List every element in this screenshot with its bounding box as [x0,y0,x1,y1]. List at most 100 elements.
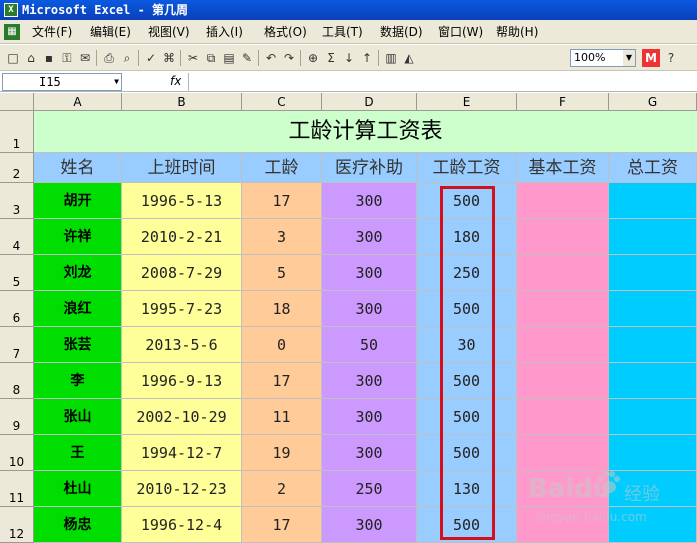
office-icon[interactable]: M [642,49,660,67]
header-cell-base[interactable]: 基本工资 [517,153,609,183]
row-header-4[interactable]: 4 [0,219,33,255]
data-cell-start[interactable]: 1996-12-4 [122,507,242,543]
format-painter-icon[interactable]: ✎ [238,49,256,67]
zoom-select[interactable]: 100% ▼ [570,49,636,67]
column-header-d[interactable]: D [322,93,417,111]
data-cell-total[interactable] [609,219,697,255]
menu-help[interactable]: 帮助(H) [492,20,542,44]
data-cell-base[interactable] [517,291,609,327]
research-icon[interactable]: ⌘ [160,49,178,67]
data-cell-start[interactable]: 1996-5-13 [122,183,242,219]
column-header-e[interactable]: E [417,93,517,111]
data-cell-total[interactable] [609,399,697,435]
email-icon[interactable]: ✉ [76,49,94,67]
header-cell-seniority_pay[interactable]: 工龄工资 [417,153,517,183]
menu-insert[interactable]: 插入(I) [202,20,247,44]
data-cell-name[interactable]: 浪红 [34,291,122,327]
data-cell-base[interactable] [517,219,609,255]
data-cell-total[interactable] [609,183,697,219]
data-cell-base[interactable] [517,435,609,471]
header-cell-name[interactable]: 姓名 [34,153,122,183]
data-cell-name[interactable]: 刘龙 [34,255,122,291]
data-cell-years[interactable]: 17 [242,363,322,399]
data-cell-years[interactable]: 11 [242,399,322,435]
permission-icon[interactable]: ⚿ [58,49,76,67]
data-cell-seniority_pay[interactable]: 500 [417,363,517,399]
chart-wizard-icon[interactable]: ▥ [382,49,400,67]
data-cell-medical[interactable]: 300 [322,435,417,471]
data-cell-start[interactable]: 2008-7-29 [122,255,242,291]
data-cell-seniority_pay[interactable]: 30 [417,327,517,363]
header-cell-medical[interactable]: 医疗补助 [322,153,417,183]
print-icon[interactable]: ⎙ [100,49,118,67]
fx-icon[interactable]: fx [170,74,181,88]
data-cell-start[interactable]: 1994-12-7 [122,435,242,471]
sheet-title-cell[interactable]: 工龄计算工资表 [34,111,697,153]
data-cell-name[interactable]: 胡开 [34,183,122,219]
data-cell-medical[interactable]: 300 [322,183,417,219]
sort-descending-icon[interactable]: ↑ [358,49,376,67]
data-cell-seniority_pay[interactable]: 130 [417,471,517,507]
data-cell-base[interactable] [517,327,609,363]
cut-icon[interactable]: ✂ [184,49,202,67]
data-cell-seniority_pay[interactable]: 500 [417,399,517,435]
menu-tools[interactable]: 工具(T) [318,20,367,44]
data-cell-name[interactable]: 王 [34,435,122,471]
row-header-11[interactable]: 11 [0,471,33,507]
data-cell-medical[interactable]: 300 [322,399,417,435]
data-cell-medical[interactable]: 300 [322,507,417,543]
sort-ascending-icon[interactable]: ↓ [340,49,358,67]
column-header-f[interactable]: F [517,93,609,111]
header-cell-start[interactable]: 上班时间 [122,153,242,183]
data-cell-name[interactable]: 张芸 [34,327,122,363]
data-cell-years[interactable]: 19 [242,435,322,471]
chevron-down-icon[interactable]: ▼ [114,74,119,90]
menu-view[interactable]: 视图(V) [144,20,194,44]
row-header-8[interactable]: 8 [0,363,33,399]
menu-format[interactable]: 格式(O) [260,20,311,44]
data-cell-years[interactable]: 17 [242,507,322,543]
data-cell-total[interactable] [609,291,697,327]
row-header-10[interactable]: 10 [0,435,33,471]
data-cell-base[interactable] [517,255,609,291]
data-cell-name[interactable]: 杜山 [34,471,122,507]
data-cell-start[interactable]: 2002-10-29 [122,399,242,435]
chevron-down-icon[interactable]: ▼ [623,50,635,66]
select-all-corner[interactable] [0,93,34,111]
save-icon[interactable]: ▪ [40,49,58,67]
paste-icon[interactable]: ▤ [220,49,238,67]
data-cell-total[interactable] [609,363,697,399]
column-header-g[interactable]: G [609,93,697,111]
data-cell-seniority_pay[interactable]: 180 [417,219,517,255]
undo-icon[interactable]: ↶ [262,49,280,67]
data-cell-name[interactable]: 许祥 [34,219,122,255]
data-cell-base[interactable] [517,363,609,399]
data-cell-name[interactable]: 李 [34,363,122,399]
row-header-6[interactable]: 6 [0,291,33,327]
data-cell-medical[interactable]: 300 [322,255,417,291]
row-header-3[interactable]: 3 [0,183,33,219]
copy-icon[interactable]: ⧉ [202,49,220,67]
header-cell-total[interactable]: 总工资 [609,153,697,183]
data-cell-start[interactable]: 1996-9-13 [122,363,242,399]
header-cell-years[interactable]: 工龄 [242,153,322,183]
data-cell-total[interactable] [609,435,697,471]
column-header-a[interactable]: A [34,93,122,111]
data-cell-base[interactable] [517,183,609,219]
data-cell-years[interactable]: 0 [242,327,322,363]
data-cell-seniority_pay[interactable]: 250 [417,255,517,291]
data-cell-start[interactable]: 1995-7-23 [122,291,242,327]
workbook-icon[interactable]: ▦ [4,24,20,40]
autosum-icon[interactable]: Σ [322,49,340,67]
data-cell-years[interactable]: 18 [242,291,322,327]
data-cell-base[interactable] [517,399,609,435]
menu-data[interactable]: 数据(D) [376,20,427,44]
data-cell-name[interactable]: 杨忠 [34,507,122,543]
row-header-5[interactable]: 5 [0,255,33,291]
menu-file[interactable]: 文件(F) [28,20,76,44]
data-cell-total[interactable] [609,255,697,291]
data-cell-years[interactable]: 3 [242,219,322,255]
data-cell-seniority_pay[interactable]: 500 [417,183,517,219]
data-cell-medical[interactable]: 300 [322,291,417,327]
data-cell-years[interactable]: 5 [242,255,322,291]
